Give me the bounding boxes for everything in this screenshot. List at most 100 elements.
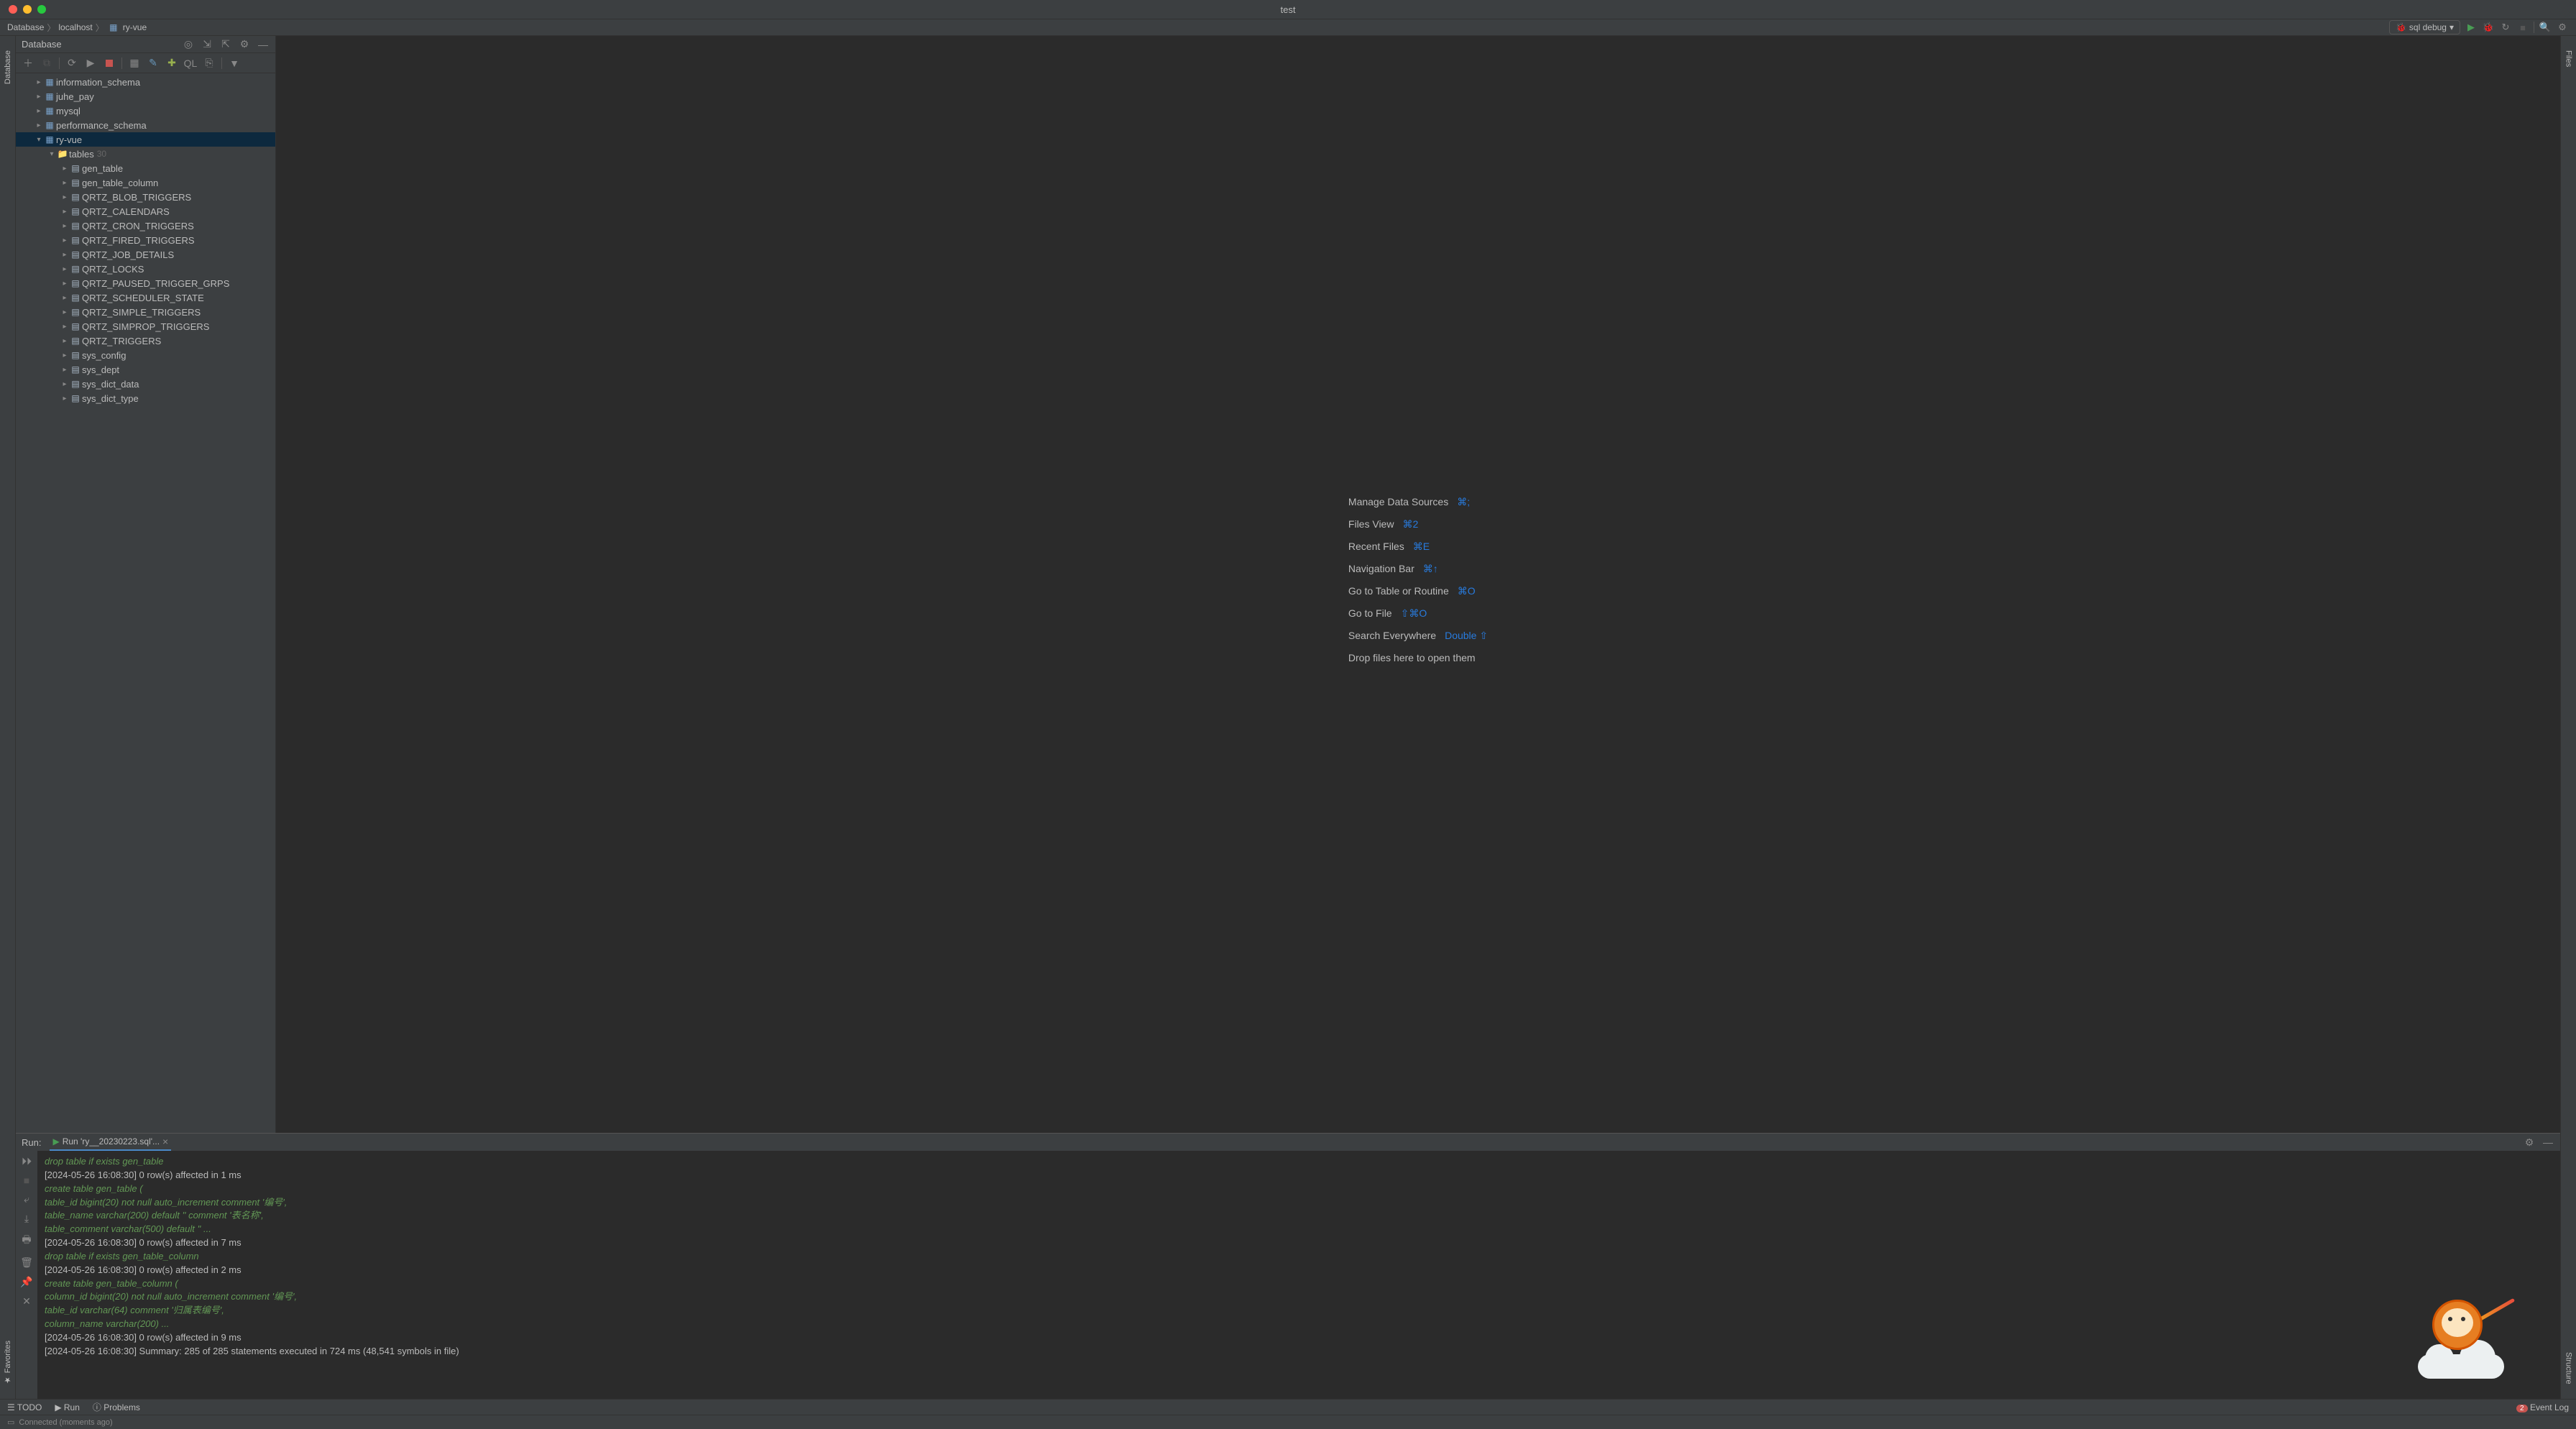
tree-arrow-icon[interactable]: ▸: [60, 193, 69, 201]
tree-row[interactable]: ▸▤sys_dept: [16, 362, 275, 377]
rerun-button[interactable]: ↻: [2499, 21, 2512, 34]
edit-icon[interactable]: ✎: [147, 57, 160, 70]
collapse-icon[interactable]: ⇱: [219, 38, 232, 51]
duplicate-icon[interactable]: ⧉: [40, 57, 53, 70]
tree-arrow-icon[interactable]: ▸: [60, 337, 69, 345]
tree-row[interactable]: ▸▤sys_config: [16, 348, 275, 362]
minimize-panel-icon[interactable]: —: [257, 38, 270, 51]
stop-icon[interactable]: [103, 57, 116, 70]
settings-icon[interactable]: ⚙: [2556, 21, 2569, 34]
run-config-dropdown[interactable]: 🐞 sql debug ▾: [2389, 20, 2460, 35]
tree-row[interactable]: ▸▤QRTZ_JOB_DETAILS: [16, 247, 275, 262]
tree-row[interactable]: ▸▤QRTZ_BLOB_TRIGGERS: [16, 190, 275, 204]
tree-arrow-icon[interactable]: ▾: [47, 150, 56, 158]
tree-arrow-icon[interactable]: ▸: [60, 222, 69, 230]
tree-row[interactable]: ▸▦performance_schema: [16, 118, 275, 132]
event-log-tab[interactable]: 2 Event Log: [2516, 1402, 2569, 1412]
scroll-end-icon[interactable]: ⤓: [24, 1213, 29, 1225]
minimize-window-button[interactable]: [23, 5, 32, 14]
tree-row[interactable]: ▸▤sys_dict_data: [16, 377, 275, 391]
target-icon[interactable]: ◎: [182, 38, 195, 51]
expand-icon[interactable]: ⇲: [201, 38, 213, 51]
stop-button[interactable]: ■: [2516, 21, 2529, 34]
window-title: test: [1281, 4, 1296, 15]
rail-database-tab[interactable]: Database: [4, 50, 12, 84]
run-tab[interactable]: ▶ Run 'ry__20230223.sql'... ×: [50, 1134, 171, 1151]
tree-arrow-icon[interactable]: ▸: [60, 395, 69, 403]
wrap-icon[interactable]: ⤶: [24, 1193, 29, 1205]
tree-arrow-icon[interactable]: ▸: [60, 380, 69, 388]
tree-arrow-icon[interactable]: ▸: [60, 294, 69, 302]
stop-icon[interactable]: ■: [24, 1175, 29, 1186]
tree-arrow-icon[interactable]: ▸: [34, 107, 43, 115]
tree-row[interactable]: ▸▤gen_table: [16, 161, 275, 175]
tree-arrow-icon[interactable]: ▸: [60, 280, 69, 288]
run-gutter: ⏵⏵ ■ ⤶ ⤓ 🖶 🗑 📌 ✕: [16, 1151, 37, 1399]
tree-arrow-icon[interactable]: ▸: [34, 78, 43, 86]
tree-row[interactable]: ▸▦juhe_pay: [16, 89, 275, 104]
rail-structure-tab[interactable]: Structure: [2564, 1352, 2573, 1384]
close-window-button[interactable]: [9, 5, 17, 14]
pin-icon[interactable]: 📌: [20, 1276, 32, 1288]
database-tree[interactable]: ▸▦information_schema▸▦juhe_pay▸▦mysql▸▦p…: [16, 73, 275, 1133]
maximize-window-button[interactable]: [37, 5, 46, 14]
tree-row[interactable]: ▸▤QRTZ_SCHEDULER_STATE: [16, 290, 275, 305]
tree-row[interactable]: ▸▤QRTZ_LOCKS: [16, 262, 275, 276]
tree-arrow-icon[interactable]: ▸: [60, 236, 69, 244]
tree-row[interactable]: ▸▤gen_table_column: [16, 175, 275, 190]
tree-arrow-icon[interactable]: ▸: [34, 93, 43, 101]
rail-favorites-tab[interactable]: ★ Favorites: [3, 1341, 12, 1384]
tree-arrow-icon[interactable]: ▸: [60, 366, 69, 374]
tree-row[interactable]: ▸▤QRTZ_CRON_TRIGGERS: [16, 219, 275, 233]
tree-arrow-icon[interactable]: ▸: [60, 265, 69, 273]
problems-tab[interactable]: ⓘ Problems: [93, 1401, 140, 1413]
print-icon[interactable]: 🖶: [22, 1232, 31, 1249]
filter-icon[interactable]: ▼: [228, 57, 241, 70]
tree-row[interactable]: ▸▤QRTZ_TRIGGERS: [16, 334, 275, 348]
breadcrumb-item[interactable]: ry-vue: [123, 22, 147, 32]
tree-row[interactable]: ▸▤QRTZ_CALENDARS: [16, 204, 275, 219]
table-view-icon[interactable]: ▦: [128, 57, 141, 70]
breadcrumb-item[interactable]: Database: [7, 22, 44, 32]
trash-icon[interactable]: 🗑: [20, 1256, 33, 1269]
output-line: drop table if exists gen_table: [45, 1155, 2553, 1169]
tree-arrow-icon[interactable]: ▸: [34, 121, 43, 129]
rerun-icon[interactable]: ⏵⏵: [22, 1155, 32, 1167]
gear-icon[interactable]: ⚙: [2523, 1136, 2536, 1149]
minimize-panel-icon[interactable]: —: [2542, 1136, 2554, 1149]
tree-arrow-icon[interactable]: ▸: [60, 251, 69, 259]
tree-row[interactable]: ▸▤QRTZ_PAUSED_TRIGGER_GRPS: [16, 276, 275, 290]
close-icon[interactable]: ✕: [22, 1295, 31, 1308]
tree-row[interactable]: ▾▦ry-vue: [16, 132, 275, 147]
tree-arrow-icon[interactable]: ▸: [60, 208, 69, 216]
debug-button[interactable]: 🐞: [2482, 21, 2495, 34]
tree-arrow-icon[interactable]: ▾: [34, 136, 43, 144]
tree-row[interactable]: ▸▦information_schema: [16, 75, 275, 89]
jump-icon[interactable]: ⎘: [203, 57, 216, 70]
refresh-icon[interactable]: ⟳: [65, 57, 78, 70]
add-icon[interactable]: ＋: [22, 57, 34, 70]
close-tab-icon[interactable]: ×: [162, 1136, 168, 1147]
tree-arrow-icon[interactable]: ▸: [60, 179, 69, 187]
run-button[interactable]: ▶: [2465, 21, 2478, 34]
tree-row[interactable]: ▸▦mysql: [16, 104, 275, 118]
rail-files-tab[interactable]: Files: [2564, 50, 2573, 67]
tree-arrow-icon[interactable]: ▸: [60, 165, 69, 173]
run-tab-bottom[interactable]: ▶ Run: [55, 1402, 80, 1412]
run-output[interactable]: drop table if exists gen_table[2024-05-2…: [37, 1151, 2560, 1399]
tree-row[interactable]: ▸▤QRTZ_FIRED_TRIGGERS: [16, 233, 275, 247]
tree-row[interactable]: ▸▤QRTZ_SIMPLE_TRIGGERS: [16, 305, 275, 319]
diagram-icon[interactable]: ✚: [165, 57, 178, 70]
tree-arrow-icon[interactable]: ▸: [60, 323, 69, 331]
tree-row[interactable]: ▸▤sys_dict_type: [16, 391, 275, 405]
gear-icon[interactable]: ⚙: [238, 38, 251, 51]
console-icon[interactable]: QL: [184, 57, 197, 70]
tree-arrow-icon[interactable]: ▸: [60, 308, 69, 316]
todo-tab[interactable]: ☰ TODO: [7, 1402, 42, 1412]
execute-icon[interactable]: ▶: [84, 57, 97, 70]
search-icon[interactable]: 🔍: [2539, 21, 2552, 34]
tree-arrow-icon[interactable]: ▸: [60, 351, 69, 359]
tree-row[interactable]: ▸▤QRTZ_SIMPROP_TRIGGERS: [16, 319, 275, 334]
tree-row[interactable]: ▾📁tables30: [16, 147, 275, 161]
breadcrumb-item[interactable]: localhost: [58, 22, 92, 32]
